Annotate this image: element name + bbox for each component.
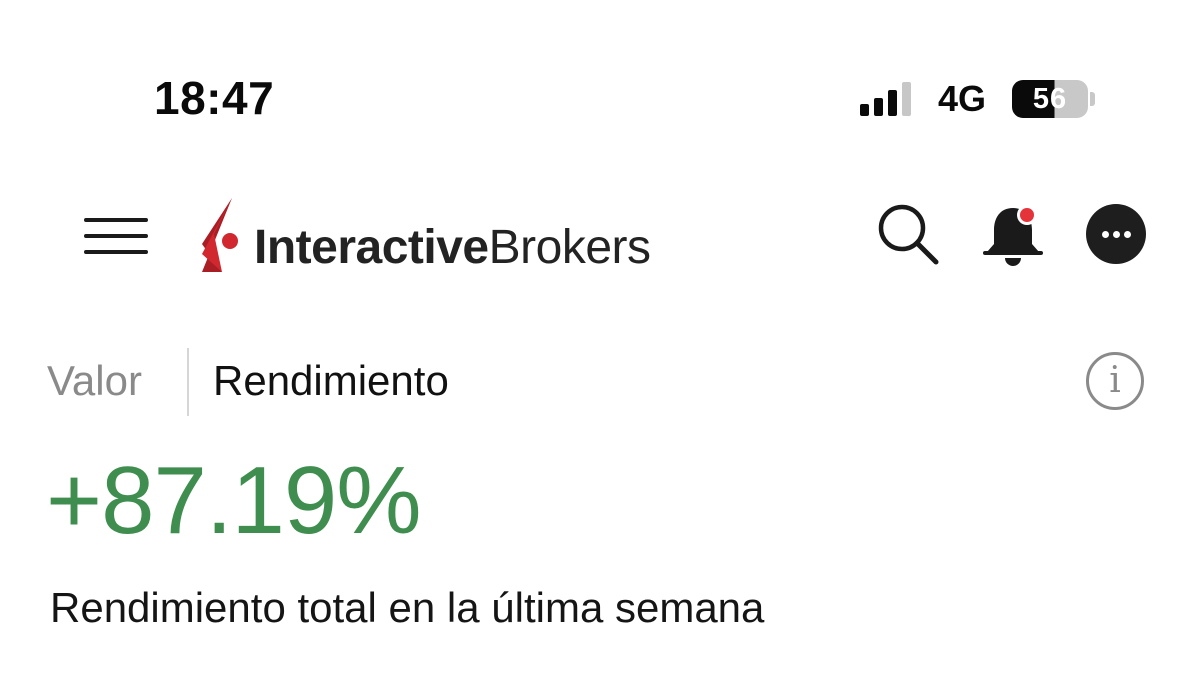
tab-rendimiento[interactable]: Rendimiento — [213, 352, 449, 410]
bell-icon — [983, 205, 1043, 266]
more-options-button[interactable] — [1086, 204, 1146, 264]
battery-icon: 56 — [1012, 80, 1088, 118]
battery-level: 56 — [1032, 82, 1068, 115]
search-icon — [878, 204, 939, 265]
performance-value: +87.19% — [46, 447, 422, 554]
tab-valor[interactable]: Valor — [47, 352, 142, 410]
tab-divider — [187, 348, 189, 416]
info-button[interactable]: i — [1086, 352, 1144, 410]
notifications-button[interactable] — [980, 200, 1046, 268]
signal-icon — [858, 76, 918, 122]
notification-dot — [1020, 208, 1034, 222]
logo-text-light: Brokers — [488, 221, 651, 274]
menu-button[interactable] — [80, 210, 150, 258]
status-time: 18:47 — [154, 72, 275, 124]
logo-mark-icon — [202, 198, 238, 272]
logo-wordmark: InteractiveBrokers — [254, 220, 651, 276]
search-button[interactable] — [874, 200, 942, 268]
performance-caption: Rendimiento total en la última semana — [50, 584, 765, 631]
battery-tip — [1090, 92, 1095, 106]
info-icon: i — [1109, 360, 1121, 401]
app-screen: 18:47 4G 56 InteractiveBrokers Valor Ren… — [0, 0, 1200, 689]
menu-icon — [84, 218, 148, 222]
network-type: 4G — [938, 78, 987, 119]
logo-text-bold: Interactive — [254, 221, 489, 274]
